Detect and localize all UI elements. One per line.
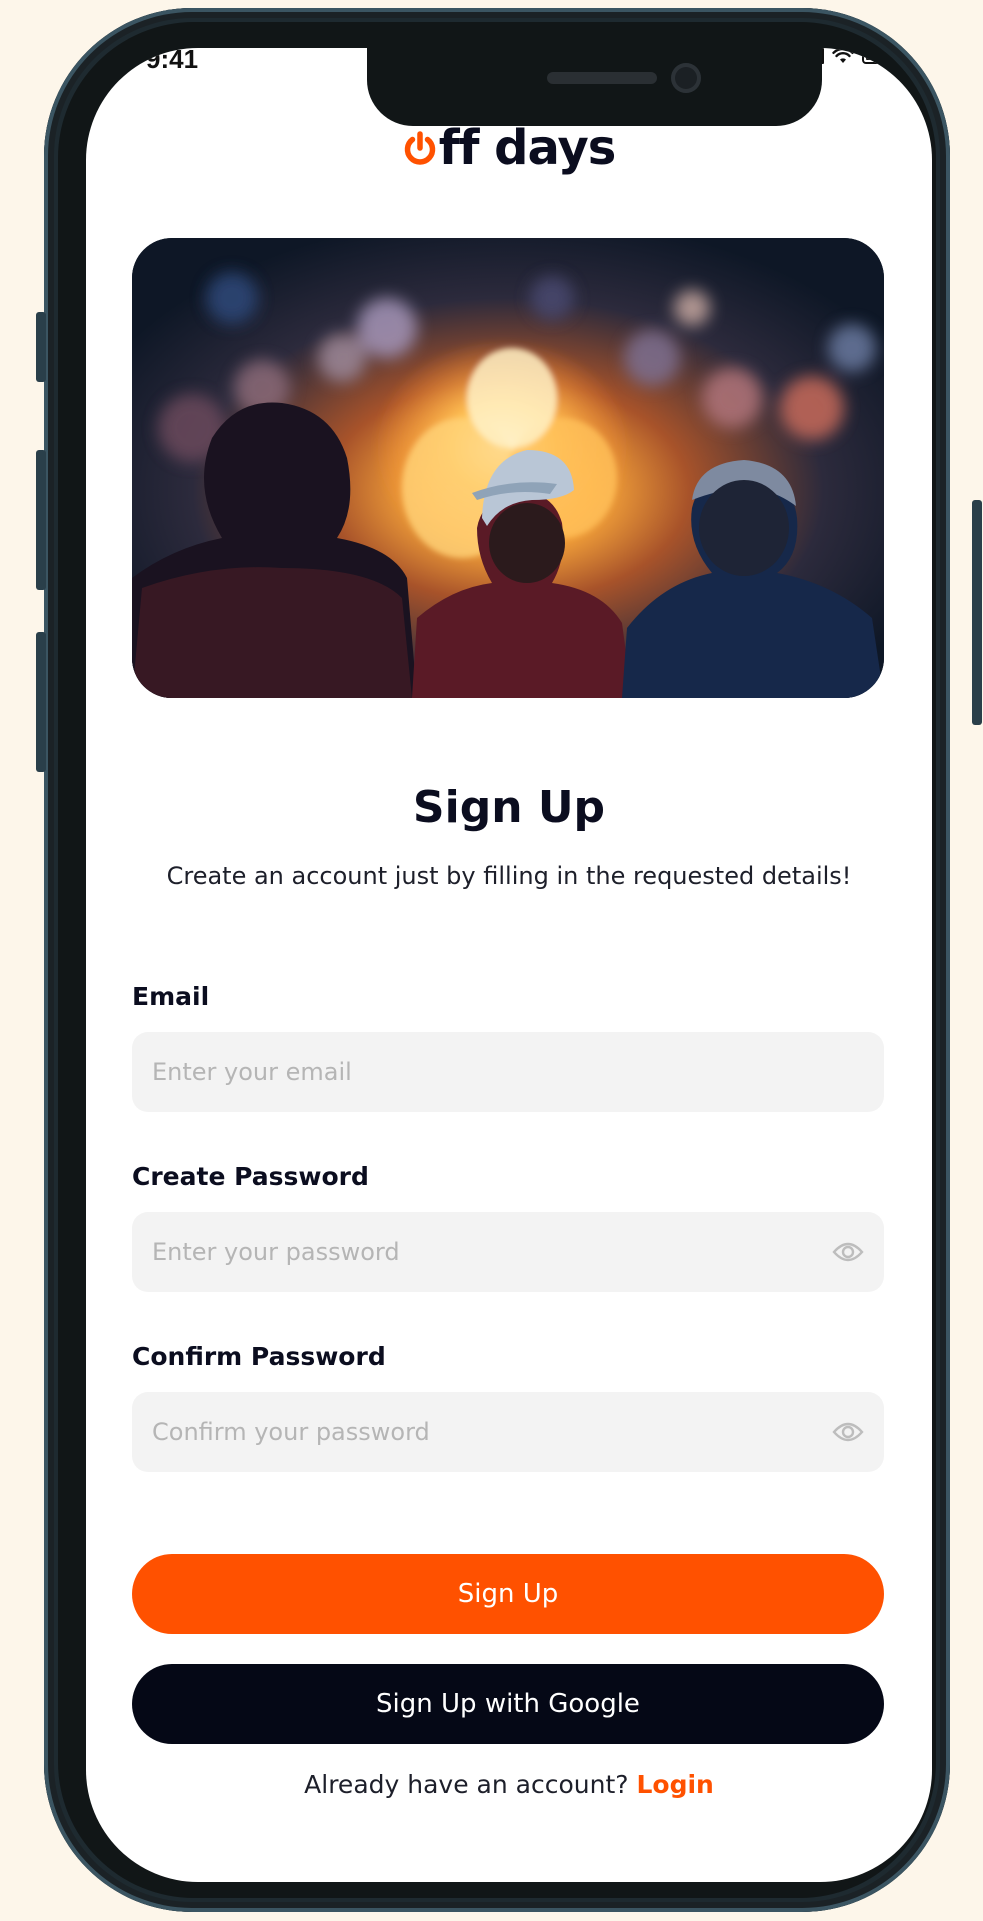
app-logo: ff days — [86, 124, 932, 172]
email-field — [132, 1032, 884, 1112]
email-input[interactable] — [132, 1032, 884, 1112]
login-prompt-text: Already have an account? — [304, 1770, 629, 1799]
battery-icon — [862, 48, 900, 64]
status-time: 9:41 — [146, 48, 199, 74]
page-subtitle: Create an account just by filling in the… — [166, 862, 852, 890]
create-password-input[interactable] — [132, 1212, 884, 1292]
logo-text: ff days — [438, 120, 617, 176]
confirm-password-input[interactable] — [132, 1392, 884, 1472]
power-button — [972, 500, 982, 725]
front-camera — [671, 63, 701, 93]
silent-switch — [36, 312, 46, 382]
page-background: 9:41 ff days Sign Up Create an account j… — [0, 0, 983, 1921]
email-label: Email — [132, 982, 210, 1011]
volume-up-button — [36, 450, 46, 590]
hero-image — [132, 238, 884, 698]
power-icon — [404, 131, 435, 165]
wifi-icon — [832, 48, 854, 63]
page-title: Sign Up — [412, 782, 606, 833]
eye-icon[interactable] — [832, 1238, 864, 1266]
confirm-password-field — [132, 1392, 884, 1472]
sign-up-with-google-button[interactable]: Sign Up with Google — [132, 1664, 884, 1744]
login-link[interactable]: Login — [636, 1770, 713, 1799]
volume-down-button — [36, 632, 46, 772]
notch-speaker — [547, 72, 657, 84]
phone-screen: 9:41 ff days Sign Up Create an account j… — [86, 48, 932, 1882]
confirm-password-label: Confirm Password — [132, 1342, 386, 1371]
campfire-illustration — [132, 238, 884, 698]
sign-up-button[interactable]: Sign Up — [132, 1554, 884, 1634]
phone-notch — [367, 48, 822, 126]
create-password-field — [132, 1212, 884, 1292]
create-password-label: Create Password — [132, 1162, 369, 1191]
eye-icon[interactable] — [832, 1418, 864, 1446]
login-prompt: Already have an account? Login — [86, 1770, 932, 1799]
